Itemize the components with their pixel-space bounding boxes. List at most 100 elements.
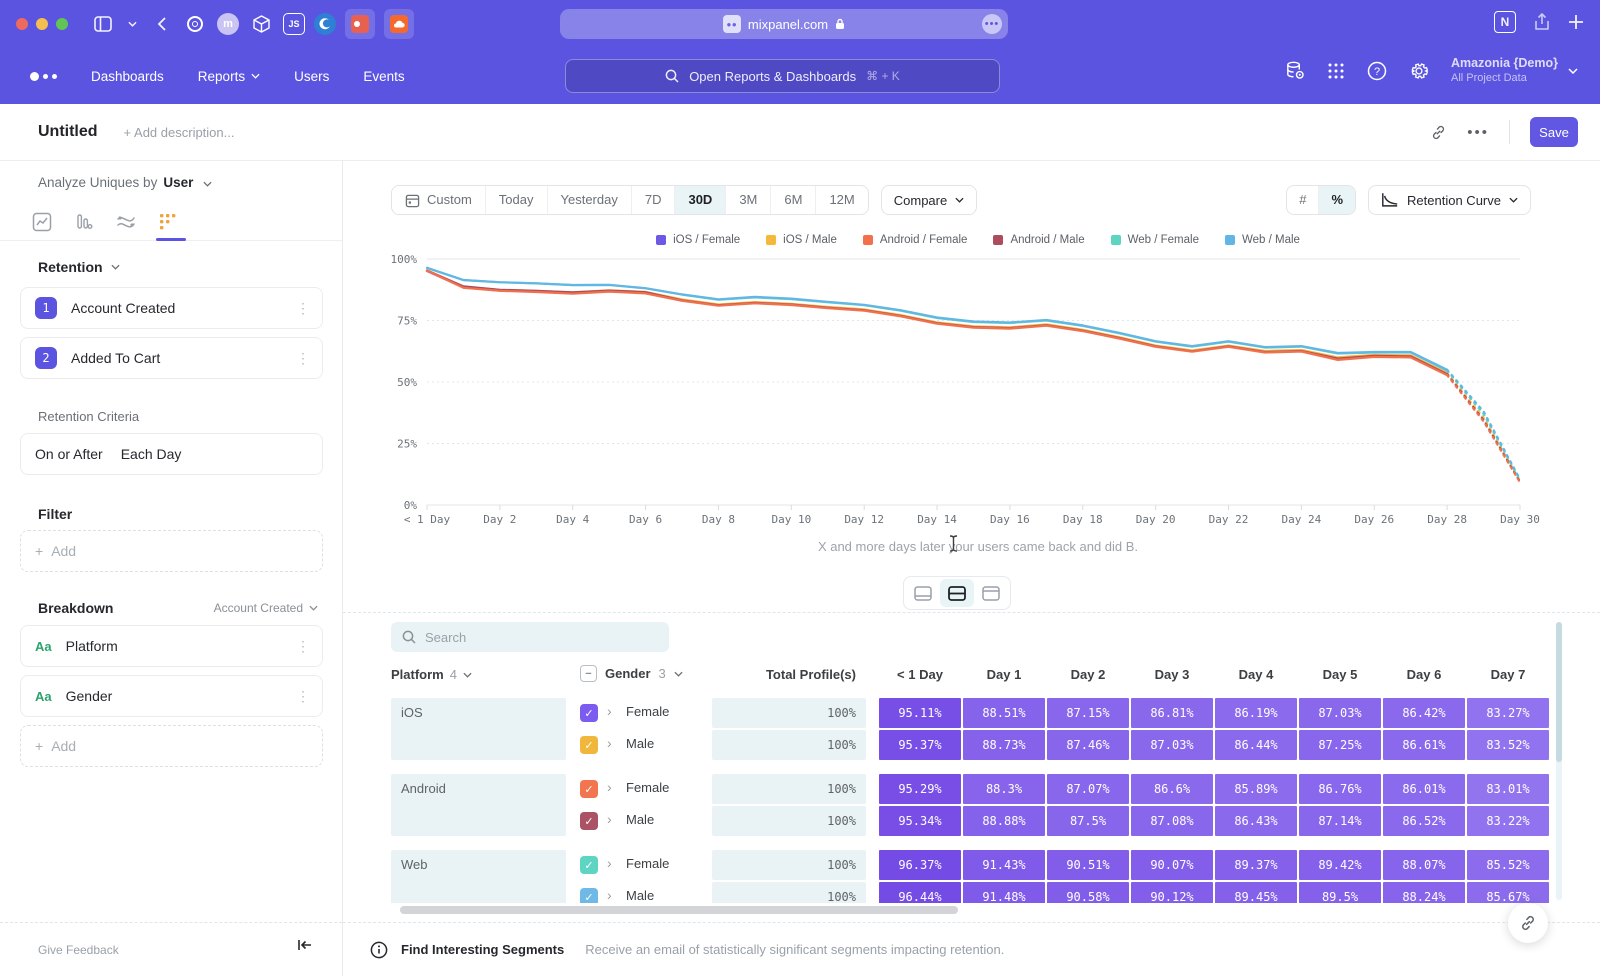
retention-cell[interactable]: 86.44%	[1215, 730, 1297, 760]
column-header-day-7[interactable]: Day 7	[1467, 667, 1549, 682]
retention-cell[interactable]: 86.42%	[1383, 698, 1465, 728]
url-bar[interactable]: ●● mixpanel.com •••	[560, 9, 1008, 39]
retention-cell[interactable]: 90.12%	[1131, 882, 1213, 903]
retention-cell[interactable]: 86.52%	[1383, 806, 1465, 836]
breakdown-property-label[interactable]: Gender	[66, 688, 113, 704]
tab-insights[interactable]	[28, 207, 56, 237]
breakdown-card-gender[interactable]: Aa Gender ⋮	[20, 675, 323, 717]
expand-chevron-icon[interactable]: ›	[607, 887, 612, 903]
retention-cell[interactable]: 86.19%	[1215, 698, 1297, 728]
nav-item-reports[interactable]: Reports	[198, 69, 260, 84]
expand-chevron-icon[interactable]: ›	[607, 855, 612, 871]
add-breakdown-button[interactable]: +Add	[20, 725, 323, 767]
table-row-web-female[interactable]: ✓›Female100%96.37%91.43%90.51%90.07%89.3…	[343, 850, 1600, 880]
kebab-menu-icon[interactable]: ⋮	[296, 638, 310, 655]
retention-cell[interactable]: 83.22%	[1467, 806, 1549, 836]
range-3m[interactable]: 3M	[726, 186, 771, 214]
retention-cell[interactable]: 88.24%	[1383, 882, 1465, 903]
retention-cell[interactable]: 96.37%	[879, 850, 961, 880]
range-yesterday[interactable]: Yesterday	[548, 186, 632, 214]
table-row-web-male[interactable]: ✓›Male100%96.44%91.48%90.58%90.12%89.45%…	[343, 882, 1600, 903]
retention-cell[interactable]: 88.07%	[1383, 850, 1465, 880]
retention-cell[interactable]: 96.44%	[879, 882, 961, 903]
retention-cell[interactable]: 86.76%	[1299, 774, 1381, 804]
report-description-placeholder[interactable]: + Add description...	[124, 125, 235, 140]
range-today[interactable]: Today	[486, 186, 548, 214]
save-button[interactable]: Save	[1530, 117, 1578, 147]
horizontal-scrollbar[interactable]	[400, 906, 958, 914]
retention-cell[interactable]: 87.07%	[1047, 774, 1129, 804]
expand-chevron-icon[interactable]: ›	[607, 735, 612, 751]
collapse-sidebar-icon[interactable]	[298, 939, 312, 951]
retention-chart[interactable]: 0%25%50%75%100%< 1 DayDay 2Day 4Day 6Day…	[383, 251, 1573, 533]
report-title[interactable]: Untitled	[38, 123, 98, 141]
retention-cell[interactable]: 86.01%	[1383, 774, 1465, 804]
table-search-input[interactable]: Search	[391, 622, 669, 652]
project-switcher[interactable]: Amazonia {Demo} All Project Data	[1451, 56, 1578, 85]
share-icon[interactable]	[1534, 13, 1550, 31]
retention-cell[interactable]: 87.03%	[1299, 698, 1381, 728]
step-card-b[interactable]: 2 Added To Cart ⋮	[20, 337, 323, 379]
range-12m[interactable]: 12M	[816, 186, 867, 214]
notion-extension-icon[interactable]: N	[1494, 11, 1516, 33]
column-header-day-1[interactable]: Day 1	[963, 667, 1045, 682]
kebab-menu-icon[interactable]: ⋮	[296, 688, 310, 705]
retention-cell[interactable]: 91.43%	[963, 850, 1045, 880]
tab-favicon-red-app[interactable]	[345, 9, 375, 39]
retention-cell[interactable]: 87.25%	[1299, 730, 1381, 760]
step-event-label[interactable]: Added To Cart	[71, 350, 160, 366]
kebab-menu-icon[interactable]: ⋮	[296, 350, 310, 367]
retention-cell[interactable]: 86.61%	[1383, 730, 1465, 760]
add-filter-button[interactable]: +Add	[20, 530, 323, 572]
retention-cell[interactable]: 86.43%	[1215, 806, 1297, 836]
settings-gear-icon[interactable]	[1409, 61, 1429, 81]
legend-ios-male[interactable]: iOS / Male	[766, 234, 837, 246]
nav-item-dashboards[interactable]: Dashboards	[91, 69, 164, 84]
retention-cell[interactable]: 91.48%	[963, 882, 1045, 903]
retention-cell[interactable]: 89.45%	[1215, 882, 1297, 903]
retention-cell[interactable]: 87.15%	[1047, 698, 1129, 728]
retention-cell[interactable]: 89.5%	[1299, 882, 1381, 903]
tab-flows[interactable]	[112, 207, 140, 237]
layout-chart-only-button[interactable]	[906, 579, 940, 607]
maximize-window-button[interactable]	[56, 18, 68, 30]
retention-cell[interactable]: 95.37%	[879, 730, 961, 760]
retention-cell[interactable]: 90.07%	[1131, 850, 1213, 880]
range-6m[interactable]: 6M	[771, 186, 816, 214]
column-header-day-3[interactable]: Day 3	[1131, 667, 1213, 682]
find-segments-link[interactable]: Find Interesting Segments	[401, 942, 564, 957]
tab-favicon-cube[interactable]	[248, 11, 274, 37]
layout-split-button[interactable]	[940, 579, 974, 607]
legend-android-male[interactable]: Android / Male	[993, 234, 1084, 246]
tab-favicon-globe[interactable]	[314, 13, 336, 35]
retention-cell[interactable]: 88.3%	[963, 774, 1045, 804]
kebab-menu-icon[interactable]: ⋮	[296, 300, 310, 317]
step-card-a[interactable]: 1 Account Created ⋮	[20, 287, 323, 329]
compare-button[interactable]: Compare	[881, 185, 977, 215]
percent-values-toggle[interactable]: %	[1319, 186, 1355, 214]
help-icon[interactable]: ?	[1367, 61, 1387, 81]
series-checkbox[interactable]: ✓	[580, 704, 598, 722]
range-custom[interactable]: Custom	[392, 186, 486, 214]
window-controls[interactable]	[16, 18, 68, 30]
analyze-value-dropdown[interactable]: User	[163, 175, 193, 190]
tab-funnels[interactable]	[70, 207, 98, 237]
retention-cell[interactable]: 95.29%	[879, 774, 961, 804]
nav-item-events[interactable]: Events	[363, 69, 404, 84]
retention-cell[interactable]: 95.11%	[879, 698, 961, 728]
global-search[interactable]: Open Reports & Dashboards ⌘ + K	[565, 59, 1000, 93]
retention-cell[interactable]: 87.08%	[1131, 806, 1213, 836]
select-all-checkbox[interactable]: −	[580, 665, 597, 682]
column-header-day-4[interactable]: Day 4	[1215, 667, 1297, 682]
copy-link-icon[interactable]	[1430, 124, 1447, 141]
retention-cell[interactable]: 87.14%	[1299, 806, 1381, 836]
retention-cell[interactable]: 88.73%	[963, 730, 1045, 760]
breakdown-card-platform[interactable]: Aa Platform ⋮	[20, 625, 323, 667]
retention-cell[interactable]: 85.52%	[1467, 850, 1549, 880]
expand-chevron-icon[interactable]: ›	[607, 811, 612, 827]
chevron-down-icon[interactable]	[124, 11, 140, 37]
retention-section-header[interactable]: Retention	[38, 259, 120, 275]
data-management-icon[interactable]	[1284, 60, 1305, 81]
retention-cell[interactable]: 86.6%	[1131, 774, 1213, 804]
retention-cell[interactable]: 87.46%	[1047, 730, 1129, 760]
